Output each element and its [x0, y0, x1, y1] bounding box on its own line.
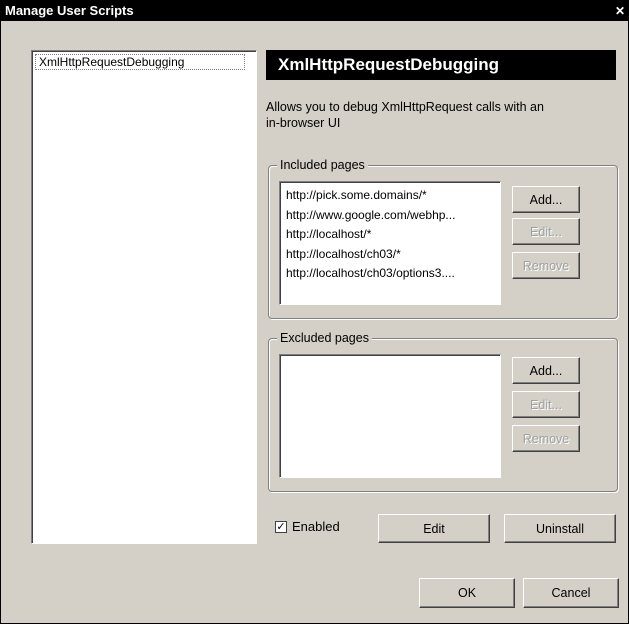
included-page-item[interactable]: http://localhost/ch03/*	[280, 245, 500, 265]
script-list[interactable]: XmlHttpRequestDebugging	[31, 50, 257, 544]
edit-button[interactable]: Edit	[378, 514, 490, 543]
close-icon[interactable]: ✕	[614, 1, 626, 21]
cancel-button[interactable]: Cancel	[523, 578, 619, 608]
description-line: in-browser UI	[266, 116, 341, 130]
enabled-label[interactable]: Enabled	[292, 519, 340, 534]
included-page-item[interactable]: http://pick.some.domains/*	[280, 186, 500, 206]
script-description: Allows you to debug XmlHttpRequest calls…	[266, 99, 606, 131]
included-add-button[interactable]: Add...	[512, 186, 580, 213]
included-remove-button[interactable]: Remove	[512, 252, 580, 279]
title-bar: Manage User Scripts ✕	[1, 1, 628, 21]
excluded-edit-button[interactable]: Edit...	[512, 391, 580, 418]
included-page-item[interactable]: http://www.google.com/webhp...	[280, 206, 500, 226]
enabled-checkbox[interactable]: ✓	[275, 521, 287, 533]
script-list-item[interactable]: XmlHttpRequestDebugging	[35, 54, 245, 70]
included-page-item[interactable]: http://localhost/*	[280, 225, 500, 245]
window-title: Manage User Scripts	[5, 3, 134, 18]
included-pages-label: Included pages	[277, 157, 368, 173]
script-name-heading: XmlHttpRequestDebugging	[266, 50, 616, 80]
included-pages-group: Included pages http://pick.some.domains/…	[268, 157, 618, 319]
excluded-add-button[interactable]: Add...	[512, 357, 580, 384]
included-pages-list[interactable]: http://pick.some.domains/* http://www.go…	[279, 181, 501, 305]
excluded-remove-button[interactable]: Remove	[512, 425, 580, 452]
excluded-pages-group: Excluded pages Add... Edit... Remove	[268, 330, 618, 492]
description-line: Allows you to debug XmlHttpRequest calls…	[266, 100, 544, 114]
included-page-item[interactable]: http://localhost/ch03/options3....	[280, 264, 500, 284]
excluded-pages-list[interactable]	[279, 354, 501, 478]
excluded-pages-label: Excluded pages	[277, 330, 372, 346]
included-edit-button[interactable]: Edit...	[512, 218, 580, 245]
uninstall-button[interactable]: Uninstall	[504, 514, 616, 543]
ok-button[interactable]: OK	[419, 578, 515, 608]
manage-user-scripts-dialog: Manage User Scripts ✕ XmlHttpRequestDebu…	[0, 0, 629, 624]
